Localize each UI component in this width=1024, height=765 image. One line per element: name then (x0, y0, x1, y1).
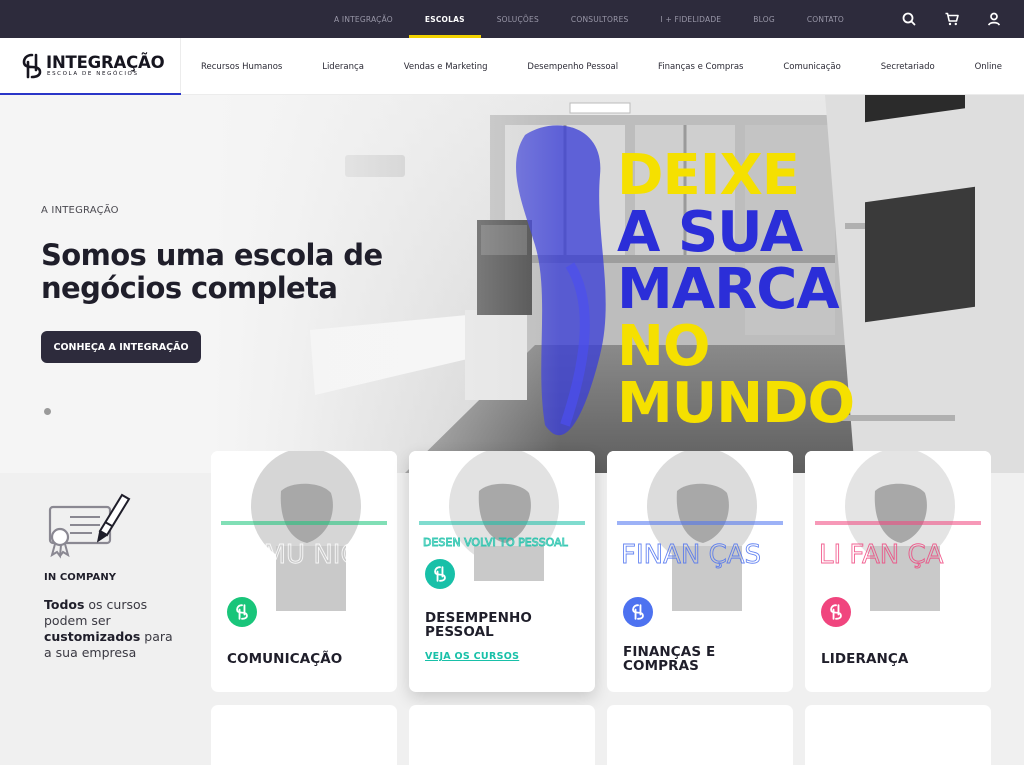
topnav-item-escolas[interactable]: ESCOLAS (408, 0, 481, 38)
logo-subtitle: ESCOLA DE NEGÓCIOS (47, 71, 139, 77)
school-card-title: DESEMPENHO PESSOAL (425, 610, 532, 640)
card-row2-4[interactable] (805, 705, 991, 765)
view-courses-link[interactable]: VEJA OS CURSOS (425, 651, 519, 662)
incompany-text-part: Todos (44, 597, 85, 612)
topnav-item-blog[interactable]: BLOG (737, 0, 791, 38)
nav-link-5[interactable]: Comunicação (783, 62, 841, 72)
topnav-item-a-integra-o[interactable]: A INTEGRAÇÃO (318, 0, 409, 38)
slogan-line: NO (617, 314, 710, 379)
school-badge-icon (425, 559, 455, 589)
school-card[interactable]: COMU NICAÇÃO COMUNICAÇÃO (211, 451, 397, 692)
topnav-item-contato[interactable]: CONTATO (791, 0, 860, 38)
slogan-line: A SUA (617, 200, 803, 265)
school-card-title: FINANÇAS E COMPRAS (623, 644, 716, 674)
hero-cta-button[interactable]: CONHEÇA A INTEGRAÇÃO (41, 331, 201, 363)
card-row2-2[interactable] (409, 705, 595, 765)
school-badge-icon (821, 597, 851, 627)
top-utility-bar: A INTEGRAÇÃO ESCOLAS SOLUÇÕES CONSULTORES I … (0, 0, 1024, 38)
certificate-icon (48, 493, 131, 559)
card-statue-artwork: COMU NICAÇÃO (211, 451, 397, 611)
hero-slogan: DEIXE A SUA MARCA NO MUNDO (617, 143, 855, 436)
logo-title: INTEGRAÇÃO (46, 53, 165, 72)
card-art-word: COMU NICAÇÃO (225, 538, 397, 570)
search-icon[interactable] (900, 10, 918, 28)
card-row2-1[interactable] (211, 705, 397, 765)
cart-icon[interactable] (943, 10, 961, 28)
card-statue-artwork: LI FAN ÇA (805, 451, 991, 611)
school-card-title: LIDERANÇA (821, 651, 909, 667)
hero-title: Somos uma escola de negócios completa (41, 238, 383, 305)
slogan-line: MUNDO (617, 371, 855, 436)
user-icon[interactable] (985, 10, 1003, 28)
nav-link-0[interactable]: Recursos Humanos (201, 62, 282, 72)
nav-link-1[interactable]: Liderança (322, 62, 364, 72)
nav-link-6[interactable]: Secretariado (881, 62, 935, 72)
topnav-item-solu-es[interactable]: SOLUÇÕES (481, 0, 555, 38)
incompany-description: Todos os cursos podem ser customizados p… (44, 597, 174, 661)
schools-section: IN COMPANY Todos os cursos podem ser cus… (0, 451, 1024, 765)
school-card[interactable]: LI FAN ÇA LIDERANÇA (805, 451, 991, 692)
slogan-line: MARCA (617, 257, 840, 322)
school-card[interactable]: FINAN ÇAS FINANÇAS E COMPRAS (607, 451, 793, 692)
school-badge-icon (227, 597, 257, 627)
school-nav-links: Recursos Humanos Liderança Vendas e Market… (181, 38, 1024, 95)
top-nav: A INTEGRAÇÃO ESCOLAS SOLUÇÕES CONSULTORES I … (318, 0, 860, 38)
card-statue-artwork: FINAN ÇAS (607, 451, 793, 611)
logo-mark-icon (22, 53, 42, 79)
card-row2-3[interactable] (607, 705, 793, 765)
card-art-word: DESEN VOLVI TO PESSOAL (423, 536, 569, 549)
nav-link-2[interactable]: Vendas e Marketing (404, 62, 488, 72)
incompany-text-part: customizados (44, 629, 141, 644)
slogan-line: DEIXE (617, 143, 800, 208)
nav-link-4[interactable]: Finanças e Compras (658, 62, 744, 72)
topnav-item-consultores[interactable]: CONSULTORES (555, 0, 645, 38)
school-card[interactable]: DESEN VOLVI TO PESSOAL DESEMPENHO PESSOAL… (409, 451, 595, 692)
logo[interactable]: INTEGRAÇÃO ESCOLA DE NEGÓCIOS (0, 38, 181, 96)
carousel-dot[interactable] (44, 408, 51, 415)
nav-link-7[interactable]: Online (975, 62, 1002, 72)
school-badge-icon (623, 597, 653, 627)
card-art-word: LI FAN ÇA (819, 540, 944, 570)
card-art-word: FINAN ÇAS (621, 540, 761, 570)
topnav-item-i-fidelidade[interactable]: I + FIDELIDADE (644, 0, 737, 38)
hero-banner: DEIXE A SUA MARCA NO MUNDO A INTEGRAÇÃO Somo… (0, 95, 1024, 473)
hero-kicker: A INTEGRAÇÃO (41, 205, 119, 216)
incompany-label: IN COMPANY (44, 572, 117, 583)
main-navigation: INTEGRAÇÃO ESCOLA DE NEGÓCIOS Recursos H… (0, 38, 1024, 96)
school-card-title: COMUNICAÇÃO (227, 651, 343, 667)
nav-link-3[interactable]: Desempenho Pessoal (527, 62, 618, 72)
